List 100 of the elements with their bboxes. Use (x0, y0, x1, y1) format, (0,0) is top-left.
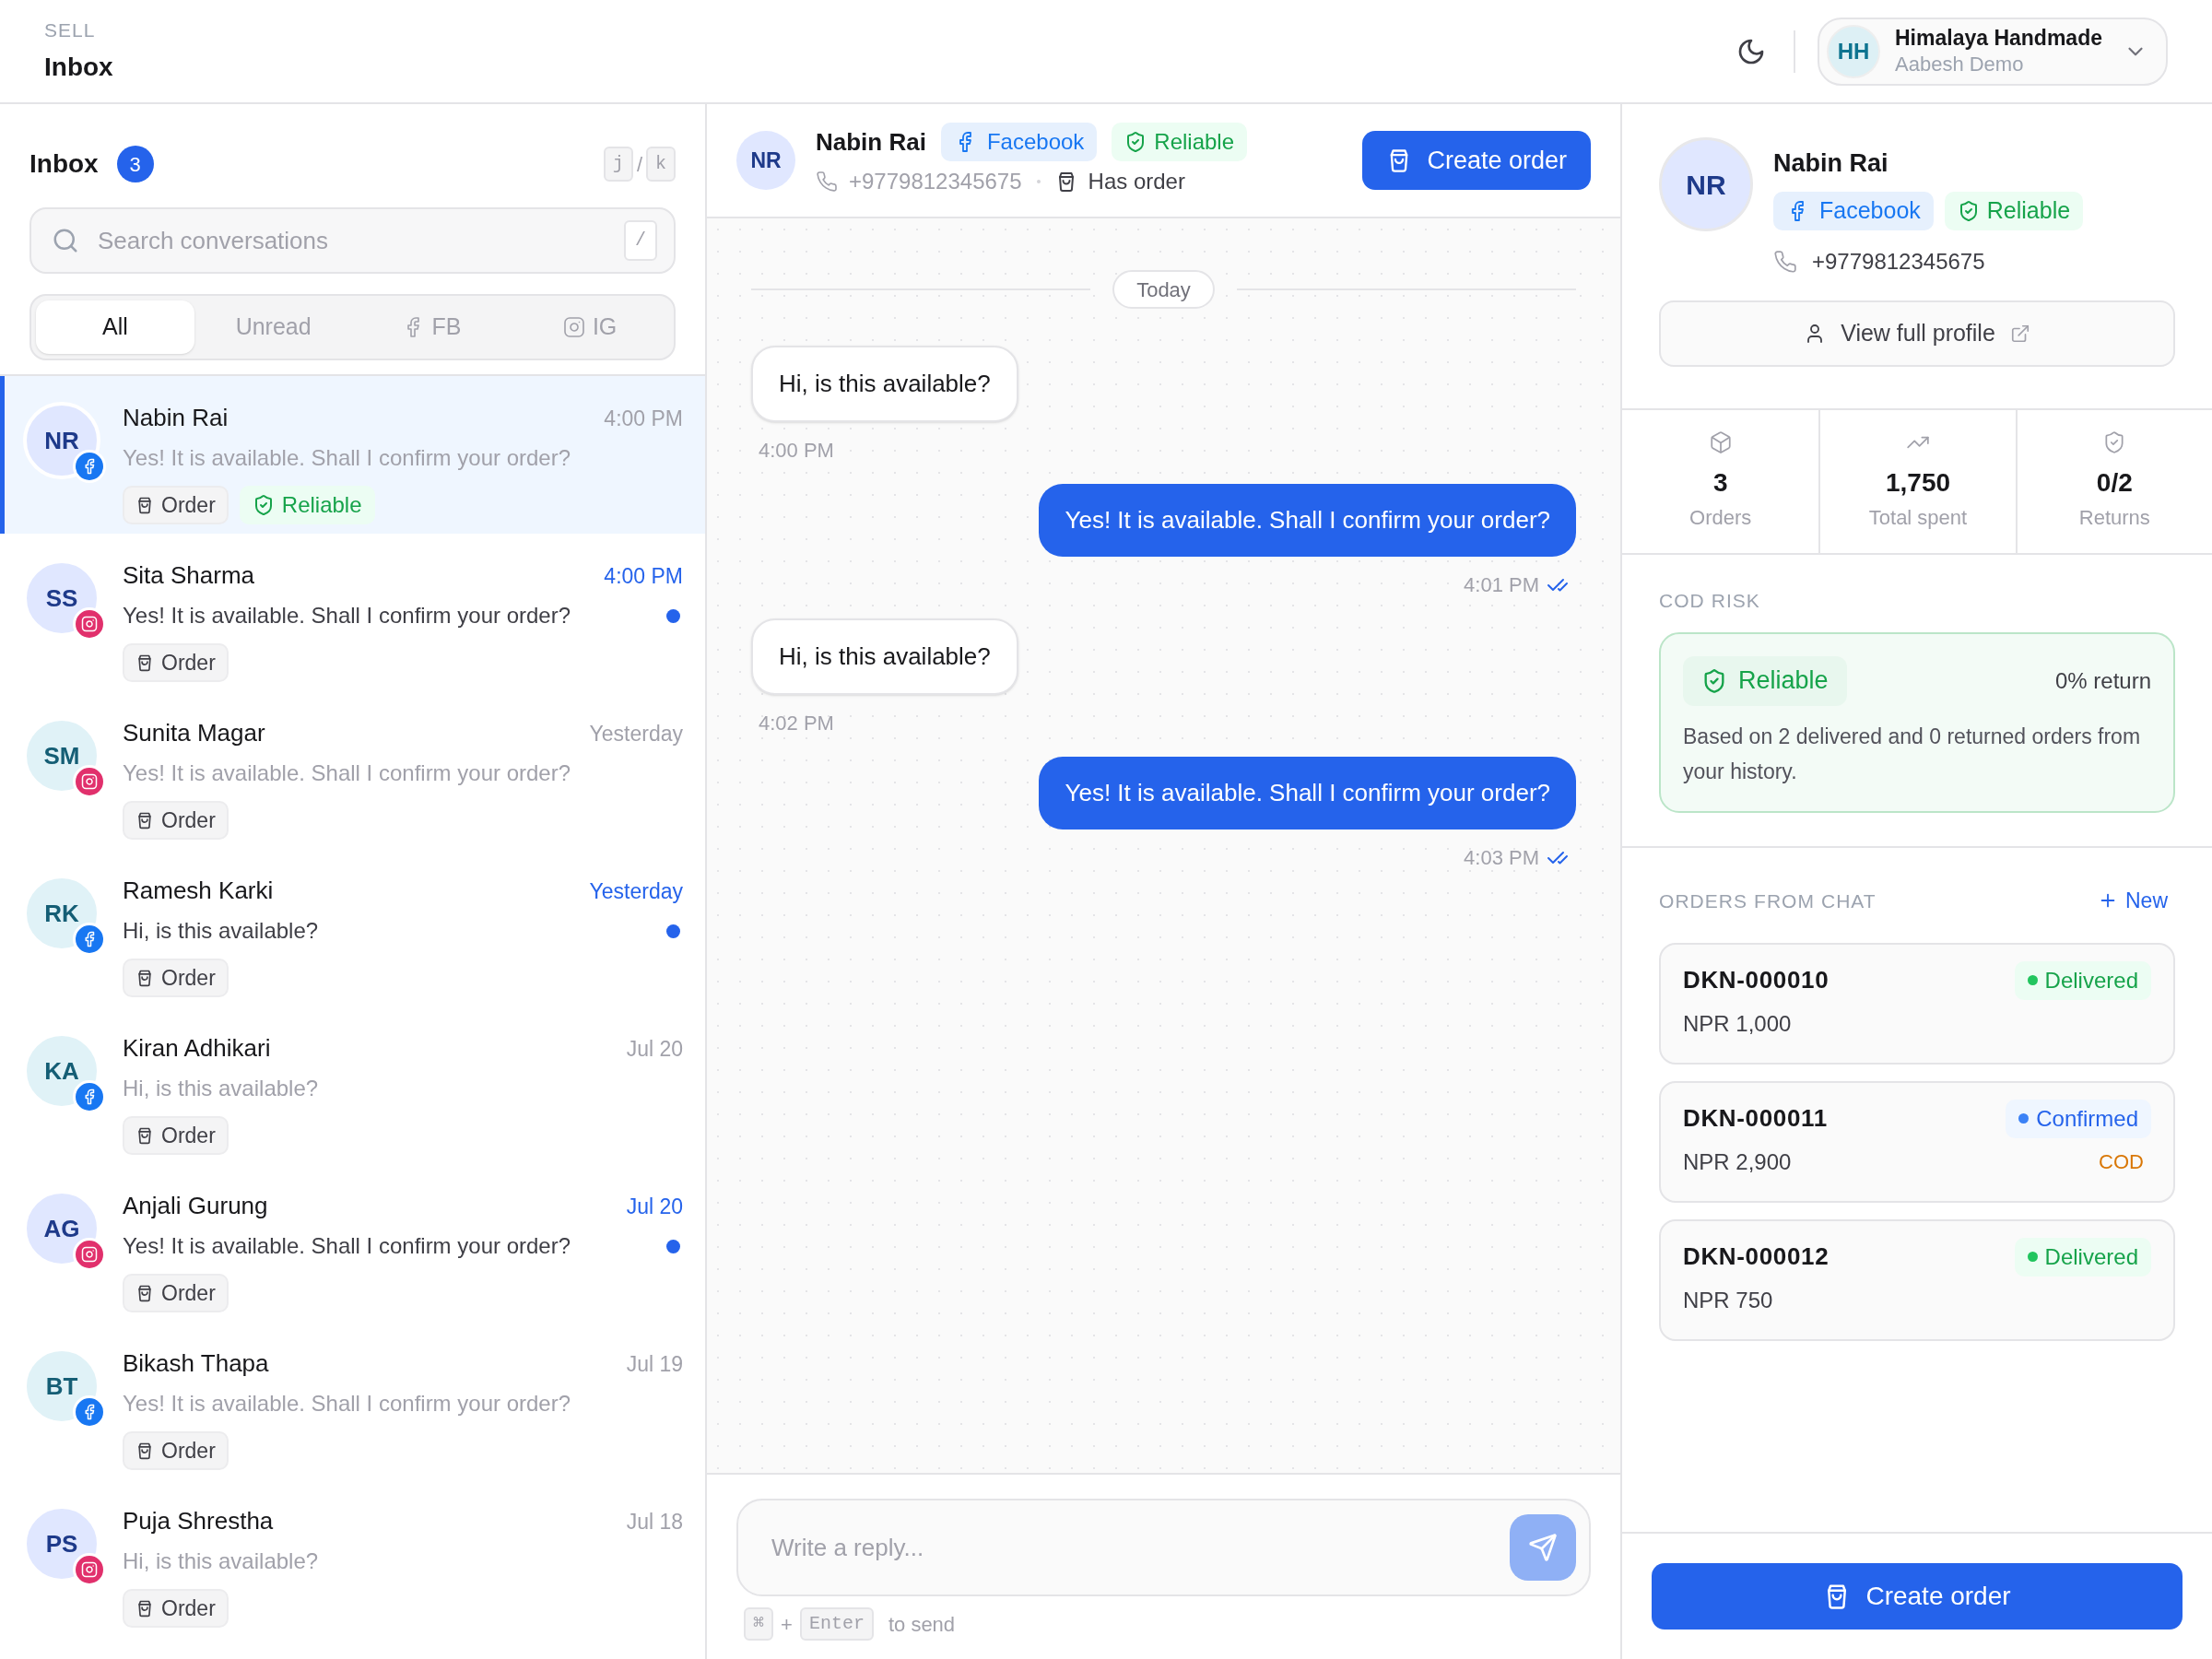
channel-badge: Facebook (940, 123, 1098, 161)
instagram-icon (81, 616, 98, 632)
account-switcher[interactable]: HH Himalaya Handmade Aabesh Demo (1818, 17, 2168, 86)
contact-name: Nabin Rai (1773, 148, 1889, 179)
message-preview: Yes! It is available. Shall I confirm your order? (123, 1232, 571, 1260)
incoming-message: Hi, is this available? (751, 618, 1018, 695)
keyboard-key: Enter (799, 1607, 874, 1641)
contact-name: Nabin Rai (816, 126, 926, 158)
contact-name: Puja Shrestha (123, 1506, 275, 1536)
stat-value: 1,750 (1885, 467, 1951, 499)
instagram-icon (81, 1561, 98, 1578)
keyboard-key: k (646, 147, 676, 182)
contact-name: Sunita Magar (123, 718, 266, 748)
send-hint: to send (888, 1611, 956, 1638)
status-badge: Delivered (2014, 1237, 2151, 1277)
message-time: 4:00 PM (759, 438, 834, 464)
reliable-badge: Reliable (1112, 123, 1248, 161)
reliable-tag: Reliable (239, 486, 375, 524)
conversation-item[interactable]: SS Sita Sharma 4:00 PM Yes! It is available. Shall I confirm your order? Order (0, 534, 705, 691)
plus-sign: + (781, 1611, 793, 1638)
contact-avatar: NR (736, 131, 795, 190)
shopping-bag-icon (135, 969, 154, 987)
create-order-button[interactable]: Create order (1362, 131, 1591, 190)
stat-value: 3 (1712, 467, 1728, 499)
contact-avatar: NR (1659, 137, 1753, 231)
message-time: 4:00 PM (604, 563, 683, 590)
order-id: DKN-000010 (1683, 965, 1830, 995)
status-badge: Delivered (2014, 960, 2151, 1000)
order-card[interactable]: DKN-000010 Delivered NPR 1,000 (1659, 942, 2175, 1065)
search-icon (52, 227, 79, 254)
shopping-bag-icon (135, 1126, 154, 1145)
outgoing-message: Yes! It is available. Shall I confirm your order? (1039, 484, 1576, 557)
conversation-item[interactable]: BT Bikash Thapa Jul 19 Yes! It is available. Shall I confirm your order? Order (0, 1322, 705, 1479)
order-amount: NPR 2,900 (1683, 1147, 1793, 1176)
external-link-icon (2009, 323, 2030, 344)
reply-field[interactable]: Write a reply... (736, 1499, 1591, 1596)
conversation-item[interactable]: SM Sunita Magar Yesterday Yes! It is available. Shall I confirm your order? Order (0, 691, 705, 849)
contact-name: Ramesh Karki (123, 876, 275, 906)
message-time: Yesterday (589, 721, 683, 747)
order-tag: Order (123, 1274, 229, 1312)
order-id: DKN-000011 (1683, 1103, 1829, 1134)
conversation-item[interactable]: AG Anjali Gurung Jul 20 Yes! It is available. Shall I confirm your order? Order (0, 1164, 705, 1322)
return-rate: 0% return (2054, 666, 2151, 695)
message-time: 4:03 PM (1464, 845, 1539, 871)
conversation-item[interactable]: PS Puja Shrestha Jul 18 Hi, is this available? Order (0, 1479, 705, 1637)
contact-name: Sita Sharma (123, 560, 256, 591)
order-tag: Order (123, 1116, 229, 1155)
keyboard-key: / (624, 220, 657, 261)
section-heading: ORDERS FROM CHAT (1659, 888, 1877, 913)
message-time: 4:00 PM (604, 406, 683, 432)
outgoing-message: Yes! It is available. Shall I confirm your order? (1039, 757, 1576, 830)
message-time: Jul 18 (626, 1509, 683, 1535)
section-heading: COD RISK (1659, 589, 1761, 613)
account-subtitle: Aabesh Demo (1895, 52, 2025, 77)
shopping-bag-icon (135, 1441, 154, 1460)
stat-label: Returns (2078, 505, 2150, 531)
contact-avatar: NR (23, 402, 100, 479)
stat-label: Orders (1689, 505, 1752, 531)
order-status: Has order (1088, 168, 1185, 195)
account-name: Himalaya Handmade (1895, 25, 2103, 53)
channel-badge: Facebook (1773, 191, 1934, 230)
contact-name: Kiran Adhikari (123, 1033, 272, 1064)
message-time: 4:02 PM (759, 711, 834, 736)
order-card[interactable]: DKN-000012 Delivered NPR 750 (1659, 1218, 2175, 1341)
order-amount: NPR 750 (1683, 1286, 1774, 1314)
order-tag: Order (123, 1589, 229, 1628)
conversation-item[interactable]: NR Nabin Rai 4:00 PM Yes! It is available. Shall I confirm your order? Order Reliable (0, 376, 705, 534)
reliable-badge: Reliable (1683, 655, 1847, 706)
instagram-icon (562, 316, 585, 338)
contact-name: Anjali Gurung (123, 1191, 269, 1221)
phone-number: +9779812345675 (849, 168, 1022, 195)
message-preview: Yes! It is available. Shall I confirm your order? (123, 1390, 571, 1418)
message-preview: Hi, is this available? (123, 1075, 320, 1102)
inbox-title: Inbox (29, 148, 99, 180)
order-card[interactable]: DKN-000011 Confirmed NPR 2,900 COD (1659, 1080, 2175, 1203)
stat-label: Total spent (1868, 505, 1968, 531)
conversation-item[interactable]: RK Ramesh Karki Yesterday Hi, is this available? Order (0, 849, 705, 1006)
section-label: SELL (44, 18, 97, 42)
message-time: Jul 20 (626, 1194, 683, 1220)
stat-value: 0/2 (2096, 467, 2133, 499)
unread-count-badge: 3 (116, 146, 154, 182)
account-avatar: HH (1827, 24, 1880, 78)
message-time: 4:01 PM (1464, 572, 1539, 598)
instagram-icon (81, 773, 98, 790)
shopping-bag-icon (135, 811, 154, 830)
status-badge: Confirmed (2006, 1099, 2151, 1138)
order-tag: Order (123, 801, 229, 840)
conversation-item[interactable]: KA Kiran Adhikari Jul 20 Hi, is this available? Order (0, 1006, 705, 1164)
instagram-icon (81, 1246, 98, 1263)
keyboard-key: j (603, 147, 633, 182)
message-time: Yesterday (589, 878, 683, 905)
create-order-button[interactable]: Create order (1652, 1563, 2183, 1630)
view-profile-button[interactable]: View full profile (1659, 300, 2175, 367)
new-order-link[interactable]: New (2098, 885, 2168, 917)
shopping-bag-icon (135, 653, 154, 672)
filter-tab[interactable]: All (36, 300, 194, 354)
contact-name: Bikash Thapa (123, 1348, 270, 1379)
order-id: DKN-000012 (1683, 1241, 1830, 1272)
phone-number: +9779812345675 (1812, 247, 1985, 276)
message-preview: Hi, is this available? (123, 917, 320, 945)
